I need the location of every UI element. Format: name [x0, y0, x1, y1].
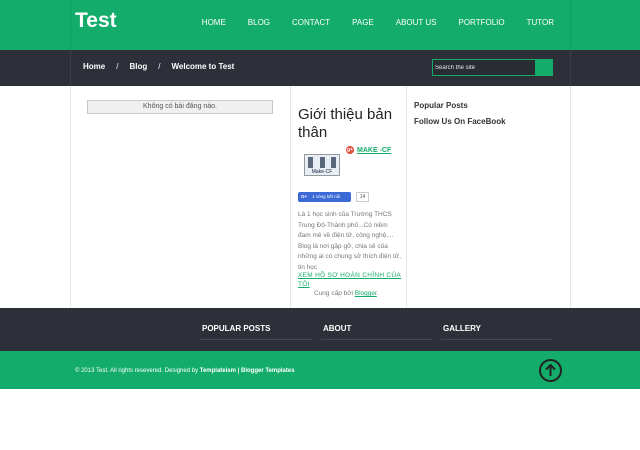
footer-divider [200, 339, 312, 340]
footer-divider [321, 339, 433, 340]
gplus-follow-button[interactable]: G+ 1 vòng kết nối [298, 192, 351, 202]
sidebar-popular-posts-heading: Popular Posts [414, 101, 468, 110]
follow-count: 14 [356, 192, 369, 202]
designer-link[interactable]: Templateism [200, 368, 236, 374]
no-posts-message: Không có bài đăng nào. [87, 100, 273, 114]
nav-about-us[interactable]: ABOUT US [396, 18, 437, 27]
sidebar-follow-facebook-heading: Follow Us On FaceBook [414, 117, 506, 126]
copyright-bar: © 2013 Test. All rights resevered. Desig… [0, 351, 640, 389]
follow-label: 1 vòng kết nối [312, 194, 341, 199]
footer-widgets: POPULAR POSTS ABOUT GALLERY [0, 308, 640, 351]
profile-name-link[interactable]: MAKE -CF [357, 147, 391, 154]
copyright-separator: | [237, 368, 240, 374]
breadcrumb-divider [570, 50, 571, 86]
blogger-templates-link[interactable]: Blogger Templates [241, 368, 295, 374]
nav-home[interactable]: HOME [202, 18, 226, 27]
header-divider [70, 0, 71, 50]
breadcrumb-separator: / [158, 62, 161, 71]
nav-tutor[interactable]: TUTOR [527, 18, 554, 27]
blogger-link[interactable]: Blogger [355, 290, 377, 297]
footer-gallery-heading: GALLERY [443, 324, 481, 333]
header-divider [570, 0, 571, 50]
nav-portfolio[interactable]: PORTFOLIO [459, 18, 505, 27]
breadcrumb-blog[interactable]: Blog [129, 62, 147, 71]
nav-page[interactable]: PAGE [352, 18, 374, 27]
copyright-prefix: © 2013 Test. All rights resevered. Desig… [75, 368, 199, 374]
breadcrumb-divider [70, 50, 71, 86]
search-button[interactable] [535, 60, 552, 75]
site-title[interactable]: Test [75, 9, 117, 33]
search-box [432, 59, 553, 76]
profile-bio: Là 1 học sinh của Trường THCS Trung Độ-T… [298, 211, 401, 271]
site-header: Test HOME BLOG CONTACT PAGE ABOUT US POR… [0, 0, 640, 50]
breadcrumb: Home / Blog / Welcome to Test [83, 62, 234, 71]
copyright-text: © 2013 Test. All rights resevered. Desig… [75, 368, 295, 374]
arrow-up-icon [545, 364, 556, 376]
breadcrumb-current: Welcome to Test [171, 62, 235, 71]
breadcrumb-separator: / [116, 62, 119, 71]
footer-about-heading: ABOUT [323, 324, 352, 333]
powered-suffix: . [376, 290, 379, 297]
column-divider [70, 86, 71, 308]
chip-icon [308, 157, 336, 168]
arrow-up-circle-icon[interactable] [539, 359, 562, 382]
full-profile-link[interactable]: XEM HỒ SƠ HOÀN CHỈNH CỦA TÔI [298, 271, 402, 289]
search-input[interactable] [435, 61, 535, 74]
page: Test HOME BLOG CONTACT PAGE ABOUT US POR… [0, 0, 640, 450]
avatar-caption: Make-CF [311, 169, 333, 175]
nav-contact[interactable]: CONTACT [292, 18, 330, 27]
breadcrumb-home[interactable]: Home [83, 62, 105, 71]
column-divider [290, 86, 291, 308]
profile-widget-title: Giới thiệu bản thân [298, 106, 393, 141]
profile-avatar[interactable]: Make-CF [304, 154, 340, 176]
column-divider [570, 86, 571, 308]
main-content: Không có bài đăng nào. Giới thiệu bản th… [0, 86, 640, 308]
footer-divider [441, 339, 553, 340]
powered-prefix: Cung cấp bởi [314, 290, 353, 297]
gplus-icon[interactable]: g+ [346, 146, 354, 154]
gplus-follow-icon: G+ [301, 194, 308, 199]
main-nav: HOME BLOG CONTACT PAGE ABOUT US PORTFOLI… [180, 18, 554, 27]
nav-blog[interactable]: BLOG [248, 18, 270, 27]
footer-popular-posts-heading: POPULAR POSTS [202, 324, 271, 333]
powered-by: Cung cấp bởi Blogger. [314, 290, 379, 297]
